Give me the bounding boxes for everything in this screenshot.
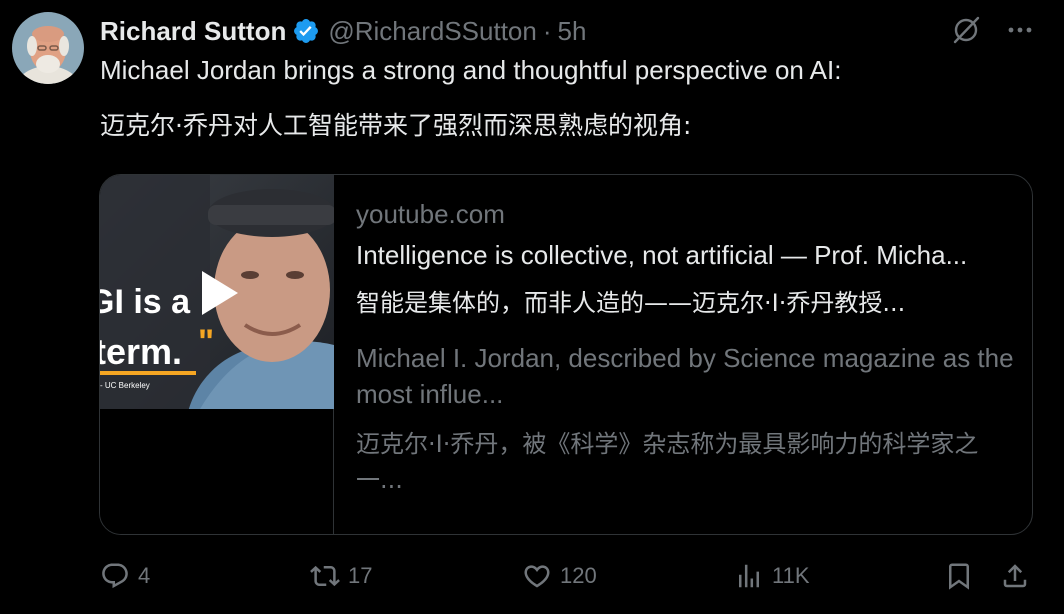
reply-button[interactable]: 4 — [100, 556, 150, 596]
repost-button[interactable]: 17 — [310, 556, 372, 596]
tweet[interactable]: Richard Sutton @RichardSSutton · 5h Mich — [0, 0, 1064, 614]
thumbnail-underline — [100, 371, 196, 375]
more-icon[interactable] — [1004, 14, 1036, 46]
bookmark-button[interactable] — [944, 556, 974, 596]
card-thumbnail-area[interactable]: GI is a term. " - UC Berkeley — [100, 175, 334, 534]
views-icon — [734, 561, 764, 591]
tweet-text-english: Michael Jordan brings a strong and thoug… — [100, 55, 842, 85]
author-display-name[interactable]: Richard Sutton — [100, 16, 286, 47]
link-preview-card[interactable]: GI is a term. " - UC Berkeley youtube.co… — [99, 174, 1033, 535]
like-button[interactable]: 120 — [522, 556, 597, 596]
thumbnail-headline-2: term. — [100, 331, 183, 372]
play-icon[interactable] — [200, 269, 240, 322]
tweet-header: Richard Sutton @RichardSSutton · 5h — [100, 14, 586, 48]
views-button[interactable]: 11K — [734, 556, 810, 596]
card-title: Intelligence is collective, not artifici… — [356, 240, 968, 270]
card-text[interactable]: youtube.com Intelligence is collective, … — [356, 199, 1016, 498]
share-icon — [1000, 561, 1030, 591]
tweet-top-actions — [950, 14, 1036, 46]
video-thumbnail[interactable]: GI is a term. " - UC Berkeley — [100, 175, 334, 409]
thumbnail-caption: - UC Berkeley — [100, 381, 150, 390]
bookmark-icon — [944, 561, 974, 591]
author-handle[interactable]: @RichardSSutton — [328, 16, 537, 47]
share-button[interactable] — [1000, 556, 1030, 596]
avatar[interactable] — [12, 12, 84, 84]
thumbnail-quote-mark: " — [198, 323, 215, 361]
verified-badge-icon[interactable] — [292, 17, 320, 45]
views-count: 11K — [772, 563, 810, 588]
like-count: 120 — [560, 563, 597, 588]
like-icon — [522, 561, 552, 591]
separator-dot: · — [542, 15, 552, 46]
grok-icon[interactable] — [950, 14, 982, 46]
tweet-text-chinese: 迈克尔·乔丹对人工智能带来了强烈而深思熟虑的视角: — [100, 111, 692, 140]
tweet-action-bar: 4 17 120 11K — [100, 556, 1034, 596]
card-description-chinese: 迈克尔·I·乔丹，被《科学》杂志称为最具影响力的科学家之一... — [356, 430, 979, 494]
repost-count: 17 — [348, 563, 373, 588]
timestamp[interactable]: 5h — [558, 16, 587, 47]
card-description: Michael I. Jordan, described by Science … — [356, 343, 1014, 409]
card-title-chinese: 智能是集体的，而非人造的——迈克尔·I·乔丹教授... — [356, 289, 906, 317]
reply-count: 4 — [138, 563, 151, 588]
repost-icon — [310, 561, 340, 591]
card-domain: youtube.com — [356, 199, 505, 229]
reply-icon — [100, 561, 130, 591]
thumbnail-headline-1: GI is a — [100, 283, 191, 321]
